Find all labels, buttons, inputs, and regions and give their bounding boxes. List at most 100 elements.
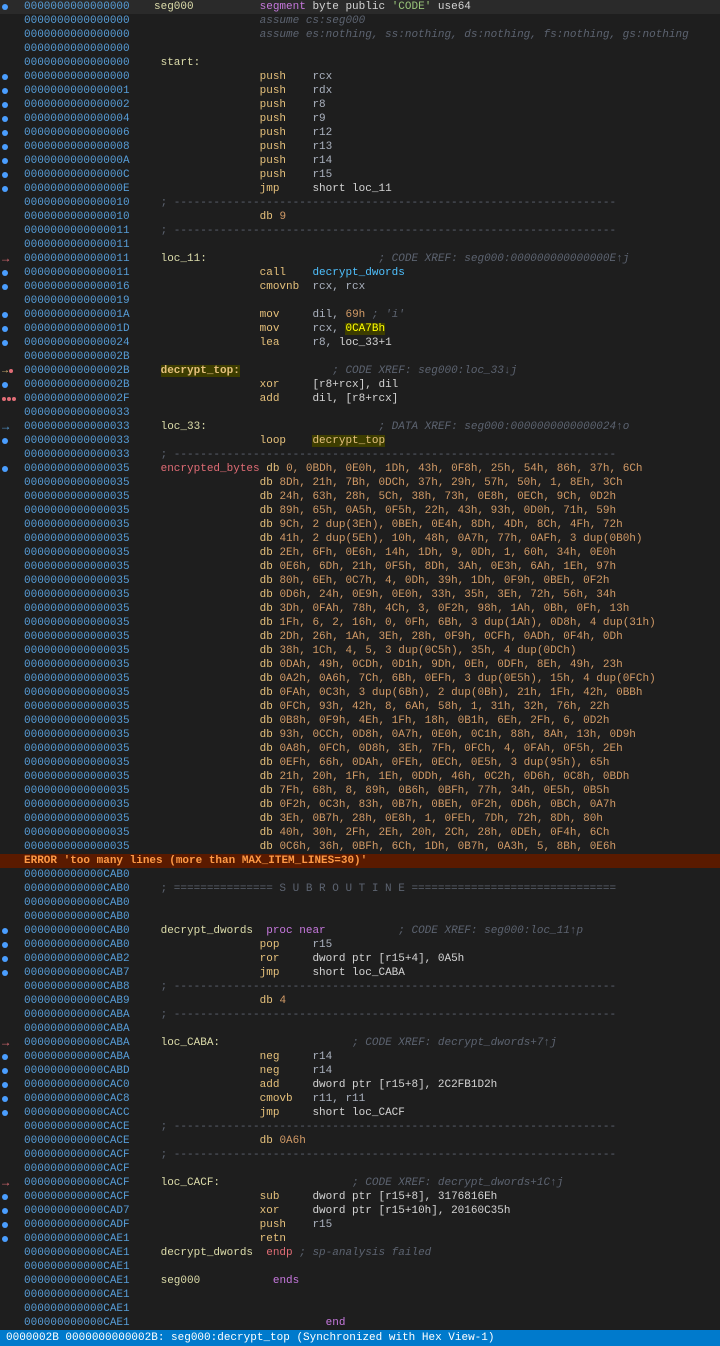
- line-content: 0000000000000035 db 80h, 6Eh, 0C7h, 4, 0…: [24, 575, 718, 587]
- line-content: 000000000000CAB0 pop r15: [24, 939, 718, 951]
- line-gutter: [2, 928, 24, 934]
- line-gutter: [2, 1194, 24, 1200]
- line-content: 0000000000000035 db 0EFh, 66h, 0DAh, 0FE…: [24, 757, 718, 769]
- line-content: 0000000000000035 db 0A2h, 0A6h, 7Ch, 6Bh…: [24, 673, 718, 685]
- line-content: 000000000000CAD7 xor dword ptr [r15+10h]…: [24, 1205, 718, 1217]
- line-content: 000000000000CAB7 jmp short loc_CABA: [24, 967, 718, 979]
- line-content: 0000000000000000 assume cs:seg000: [24, 15, 718, 27]
- line-content: 000000000000CABA neg r14: [24, 1051, 718, 1063]
- line-gutter: [2, 74, 24, 80]
- line-gutter: [2, 1208, 24, 1214]
- line-content: 000000000000CAB0 ; =============== S U B…: [24, 883, 718, 895]
- line-content: 000000000000002B xor [r8+rcx], dil: [24, 379, 718, 391]
- line-content: 0000000000000035 db 93h, 0CCh, 0D8h, 0A7…: [24, 729, 718, 741]
- line-content: 000000000000CAC0 add dword ptr [r15+8], …: [24, 1079, 718, 1091]
- status-bar: 0000002B 0000000000002B: seg000:decrypt_…: [0, 1330, 720, 1346]
- disassembly-view: 0000000000000000seg000 segment byte publ…: [0, 0, 720, 1346]
- line-content: 0000000000000035 db 0E6h, 6Dh, 21h, 0F5h…: [24, 561, 718, 573]
- line-content: 0000000000000004 push r9: [24, 113, 718, 125]
- line-content: 0000000000000011: [24, 239, 718, 251]
- line-content: 000000000000CABD neg r14: [24, 1065, 718, 1077]
- line-content: 0000000000000000 assume es:nothing, ss:n…: [24, 29, 718, 41]
- line-content: 000000000000CACE db 0A6h: [24, 1135, 718, 1147]
- line-content: 0000000000000016 cmovnb rcx, rcx: [24, 281, 718, 293]
- line-content: 0000000000000035 db 0F2h, 0C3h, 83h, 0B7…: [24, 799, 718, 811]
- line-content: 000000000000002B: [24, 351, 718, 363]
- line-content: 000000000000CACF loc_CACF: ; CODE XREF: …: [24, 1177, 718, 1189]
- line-content: 0000000000000035 db 0A8h, 0FCh, 0D8h, 3E…: [24, 743, 718, 755]
- line-gutter: [2, 1236, 24, 1242]
- line-content: 0000000000000035 db 1Fh, 6, 2, 16h, 0, 0…: [24, 617, 718, 629]
- line-content: 000000000000001D mov rcx, 0CA7Bh: [24, 323, 718, 335]
- line-content: 000000000000CAE1 decrypt_dwords endp ; s…: [24, 1247, 718, 1259]
- line-content: 0000000000000035 db 0FCh, 93h, 42h, 8, 6…: [24, 701, 718, 713]
- line-gutter: →: [2, 366, 24, 377]
- line-content: 0000000000000006 push r12: [24, 127, 718, 139]
- line-content: 0000000000000035 db 0FAh, 0C3h, 3 dup(6B…: [24, 687, 718, 699]
- line-gutter: [2, 130, 24, 136]
- line-gutter: [2, 186, 24, 192]
- line-content: 000000000000CAE1 seg000 ends: [24, 1275, 718, 1287]
- line-gutter: [2, 397, 24, 401]
- line-content: 0000000000000033 loc_33: ; DATA XREF: se…: [24, 421, 718, 433]
- line-gutter: [2, 438, 24, 444]
- line-content: 0000000000000035 db 8Dh, 21h, 7Bh, 0DCh,…: [24, 477, 718, 489]
- line-content: 000000000000CAB8 ; ---------------------…: [24, 981, 718, 993]
- line-gutter: [2, 116, 24, 122]
- line-content: 000000000000CACC jmp short loc_CACF: [24, 1107, 718, 1119]
- line-content: 000000000000000A push r14: [24, 155, 718, 167]
- line-gutter: [2, 956, 24, 962]
- line-content: 0000000000000035 db 89h, 65h, 0A5h, 0F5h…: [24, 505, 718, 517]
- line-content: ERROR 'too many lines (more than MAX_ITE…: [24, 855, 718, 867]
- line-content: 0000000000000000 start:: [24, 57, 718, 69]
- line-gutter: [2, 270, 24, 276]
- line-gutter: [2, 970, 24, 976]
- line-content: 0000000000000035 db 0DAh, 49h, 0CDh, 0D1…: [24, 659, 718, 671]
- line-gutter: →: [2, 252, 24, 266]
- line-content: 000000000000CACF ; ---------------------…: [24, 1149, 718, 1161]
- line-content: 0000000000000002 push r8: [24, 99, 718, 111]
- line-gutter: →: [2, 1176, 24, 1190]
- line-content: 0000000000000035 db 0B8h, 0F9h, 4Eh, 1Fh…: [24, 715, 718, 727]
- line-content: 0000000000000035 db 3Eh, 0B7h, 28h, 0E8h…: [24, 813, 718, 825]
- line-gutter: [2, 4, 24, 10]
- line-content: 0000000000000035 db 0C6h, 36h, 0BFh, 6Ch…: [24, 841, 718, 853]
- line-content: 0000000000000035 db 9Ch, 2 dup(3Eh), 0BE…: [24, 519, 718, 531]
- line-gutter: [2, 1222, 24, 1228]
- line-content: 000000000000CACE ; ---------------------…: [24, 1121, 718, 1133]
- line-content: 000000000000CAB0: [24, 869, 718, 881]
- line-content: 000000000000CAC8 cmovb r11, r11: [24, 1093, 718, 1105]
- line-content: 000000000000CACF: [24, 1163, 718, 1175]
- line-gutter: [2, 102, 24, 108]
- code-lines: 0000000000000000seg000 segment byte publ…: [0, 0, 720, 1330]
- line-content: 0000000000000000: [24, 43, 718, 55]
- line-gutter: [2, 88, 24, 94]
- line-content: 0000000000000033 ; ---------------------…: [24, 449, 718, 461]
- line-content: 0000000000000008 push r13: [24, 141, 718, 153]
- line-content: 0000000000000024 lea r8, loc_33+1: [24, 337, 718, 349]
- line-gutter: [2, 326, 24, 332]
- line-gutter: [2, 1068, 24, 1074]
- line-gutter: [2, 1096, 24, 1102]
- line-gutter: →: [2, 420, 24, 434]
- line-content: 0000000000000001 push rdx: [24, 85, 718, 97]
- line-content: 0000000000000035 db 0D6h, 24h, 0E9h, 0E0…: [24, 589, 718, 601]
- line-content: 000000000000001A mov dil, 69h ; 'i': [24, 309, 718, 321]
- line-content: 000000000000CACF sub dword ptr [r15+8], …: [24, 1191, 718, 1203]
- line-content: 0000000000000010 ; ---------------------…: [24, 197, 718, 209]
- line-gutter: [2, 1082, 24, 1088]
- line-content: 0000000000000000 push rcx: [24, 71, 718, 83]
- line-content: 0000000000000035 db 41h, 2 dup(5Eh), 10h…: [24, 533, 718, 545]
- line-content: 0000000000000010 db 9: [24, 211, 718, 223]
- line-content: 0000000000000019: [24, 295, 718, 307]
- line-content: 000000000000CABA: [24, 1023, 718, 1035]
- line-content: 0000000000000035 db 3Dh, 0FAh, 78h, 4Ch,…: [24, 603, 718, 615]
- line-content: 0000000000000000seg000 segment byte publ…: [24, 1, 718, 13]
- line-content: 000000000000CABA loc_CABA: ; CODE XREF: …: [24, 1037, 718, 1049]
- line-content: 000000000000CAB0 decrypt_dwords proc nea…: [24, 925, 718, 937]
- line-content: 0000000000000035 db 24h, 63h, 28h, 5Ch, …: [24, 491, 718, 503]
- line-content: 000000000000000C push r15: [24, 169, 718, 181]
- line-gutter: [2, 382, 24, 388]
- line-content: 000000000000CAB2 ror dword ptr [r15+4], …: [24, 953, 718, 965]
- line-content: 0000000000000011 loc_11: ; CODE XREF: se…: [24, 253, 718, 265]
